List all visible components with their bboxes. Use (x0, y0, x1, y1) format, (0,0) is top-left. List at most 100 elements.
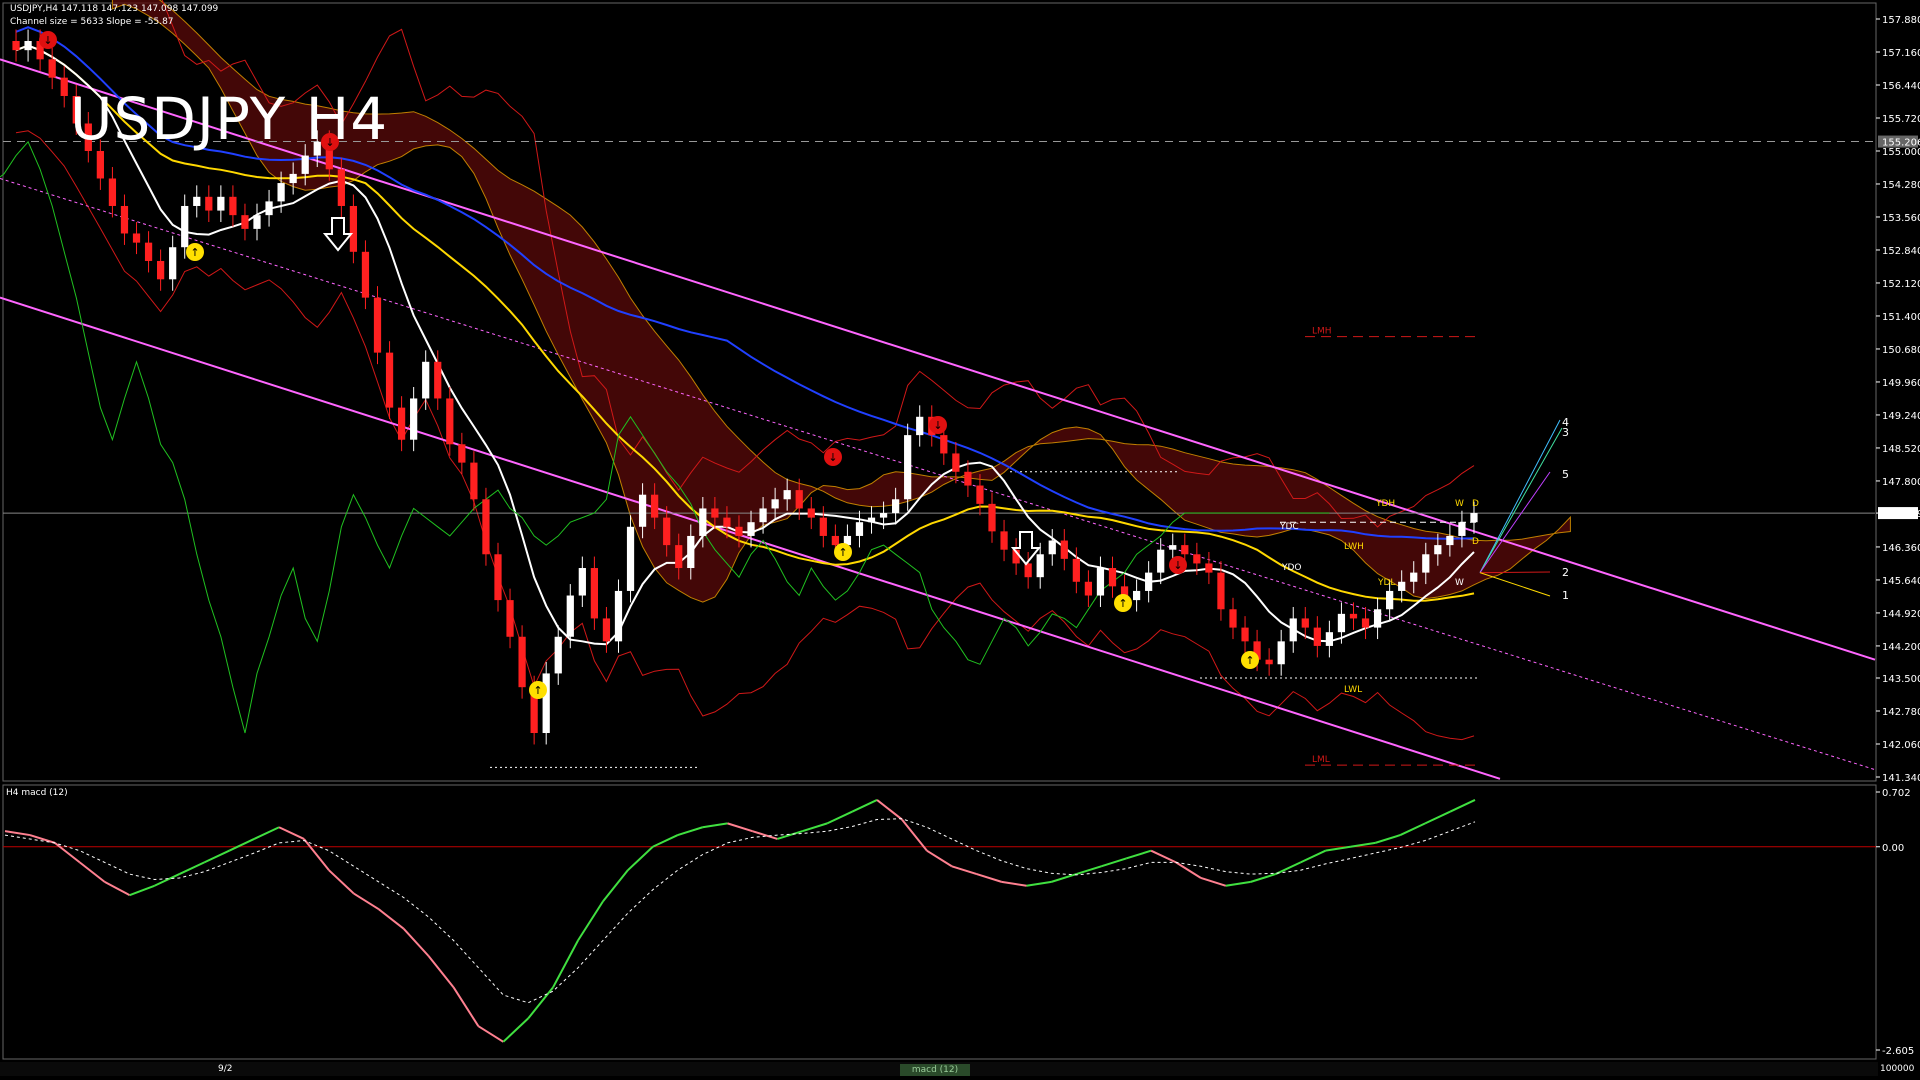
macd-segment (702, 822, 728, 829)
buy-signal-glyph: ↑ (838, 546, 847, 559)
candle-body (735, 526, 743, 536)
candle-body (723, 517, 731, 527)
candle-body (1205, 563, 1213, 573)
label-lml: LML (1312, 755, 1330, 765)
macd-segment (1100, 857, 1127, 868)
label-d2: D (1472, 537, 1479, 547)
candle-body (819, 517, 827, 536)
candle-body (265, 201, 273, 216)
candle-body (1422, 554, 1430, 573)
macd-segment (477, 1025, 504, 1043)
macd-segment (1076, 865, 1102, 876)
macd-segment (552, 939, 579, 988)
candle-body (96, 150, 104, 179)
macd-segment (154, 873, 180, 887)
candle-body (867, 517, 876, 523)
macd-segment (1275, 861, 1302, 875)
candle-body (795, 490, 803, 509)
candle-body (446, 398, 454, 445)
down-arrow-1 (322, 217, 354, 252)
candle-body (904, 435, 912, 500)
price-tick-label: 141.340 (1882, 773, 1920, 784)
macd-segment (826, 810, 853, 825)
candle-body (916, 416, 924, 436)
candle-body (60, 77, 68, 96)
candle-body (687, 535, 695, 569)
macd-segment (1225, 880, 1251, 887)
candle-body (144, 242, 153, 261)
candle-body (217, 196, 225, 211)
macd-segment (1125, 849, 1152, 860)
macd-segment (79, 861, 106, 883)
candle-body (1349, 613, 1358, 619)
tab-date[interactable]: 9/2 (218, 1064, 232, 1074)
candle-body (24, 40, 32, 51)
macd-title: H4 macd (12) (6, 788, 68, 798)
price-tick-label: 157.160 (1882, 48, 1920, 59)
candle-body (205, 196, 213, 211)
candle-body (361, 251, 370, 298)
macd-segment (29, 834, 56, 844)
macd-segment (1001, 880, 1027, 887)
candle-body (542, 673, 550, 734)
macd-segment (228, 838, 255, 852)
candle-body (482, 499, 490, 555)
candle-body (289, 173, 297, 184)
candle-body (12, 40, 20, 51)
macd-segment (54, 842, 81, 864)
candle-body (638, 494, 647, 527)
candle-body (397, 407, 406, 440)
price-tick-label: 147.800 (1882, 477, 1920, 488)
candle-body (1325, 632, 1333, 646)
candle-body (1337, 613, 1346, 633)
candle-body (554, 636, 562, 674)
macd-tick-label: 0.702 (1882, 788, 1911, 799)
candle-body (940, 435, 948, 454)
macd-segment (328, 869, 355, 895)
tab-macd[interactable]: macd (12) (900, 1064, 970, 1076)
macd-segment (1325, 845, 1351, 852)
candle-body (506, 600, 514, 637)
candle-body (1313, 627, 1321, 646)
projection-label-3: 3 (1562, 426, 1569, 439)
candle-body (434, 361, 442, 399)
candle-body (855, 522, 864, 536)
label-w2: W (1455, 578, 1464, 588)
candle-body (699, 508, 707, 536)
macd-segment (353, 892, 380, 911)
buy-signal-glyph: ↑ (533, 684, 542, 697)
macd-segment (1150, 849, 1177, 864)
proj-2 (1479, 571, 1551, 574)
bottom-right-value: 100000 (1880, 1064, 1915, 1074)
candle-body (1108, 568, 1117, 587)
candle-body (349, 205, 358, 252)
macd-segment (752, 830, 778, 840)
price-tick-label: 152.840 (1882, 246, 1920, 257)
macd-segment (727, 822, 753, 833)
chart-canvas: ↑↑↑↑↑↓↓↓↓↓ 43521 LMHLMLYDHYDCYDOYDLLWHLW… (0, 0, 1920, 1060)
price-tick-label: 156.440 (1882, 81, 1920, 92)
macd-segment (901, 818, 928, 852)
macd-segment (851, 799, 878, 813)
candle-body (1036, 554, 1044, 578)
candle-body (976, 485, 984, 504)
candle-body (470, 462, 478, 500)
price-tick-label: 155.720 (1882, 114, 1920, 125)
candle-body (301, 155, 309, 174)
macd-segment (1399, 822, 1426, 836)
projection-label-2: 2 (1562, 566, 1569, 579)
macd-segment (402, 928, 430, 957)
projection-label-5: 5 (1562, 468, 1569, 481)
candle-body (48, 59, 56, 78)
candle-body (602, 618, 611, 642)
candle-body (892, 499, 900, 514)
candle-body (711, 508, 719, 518)
candle-body (590, 568, 598, 619)
macd-segment (1449, 799, 1476, 813)
candle-body (771, 499, 779, 509)
candle-body (663, 517, 671, 546)
candle-body (1277, 641, 1285, 665)
candle-body (422, 361, 430, 399)
macd-segment (502, 1017, 529, 1043)
candle-body (578, 568, 586, 596)
